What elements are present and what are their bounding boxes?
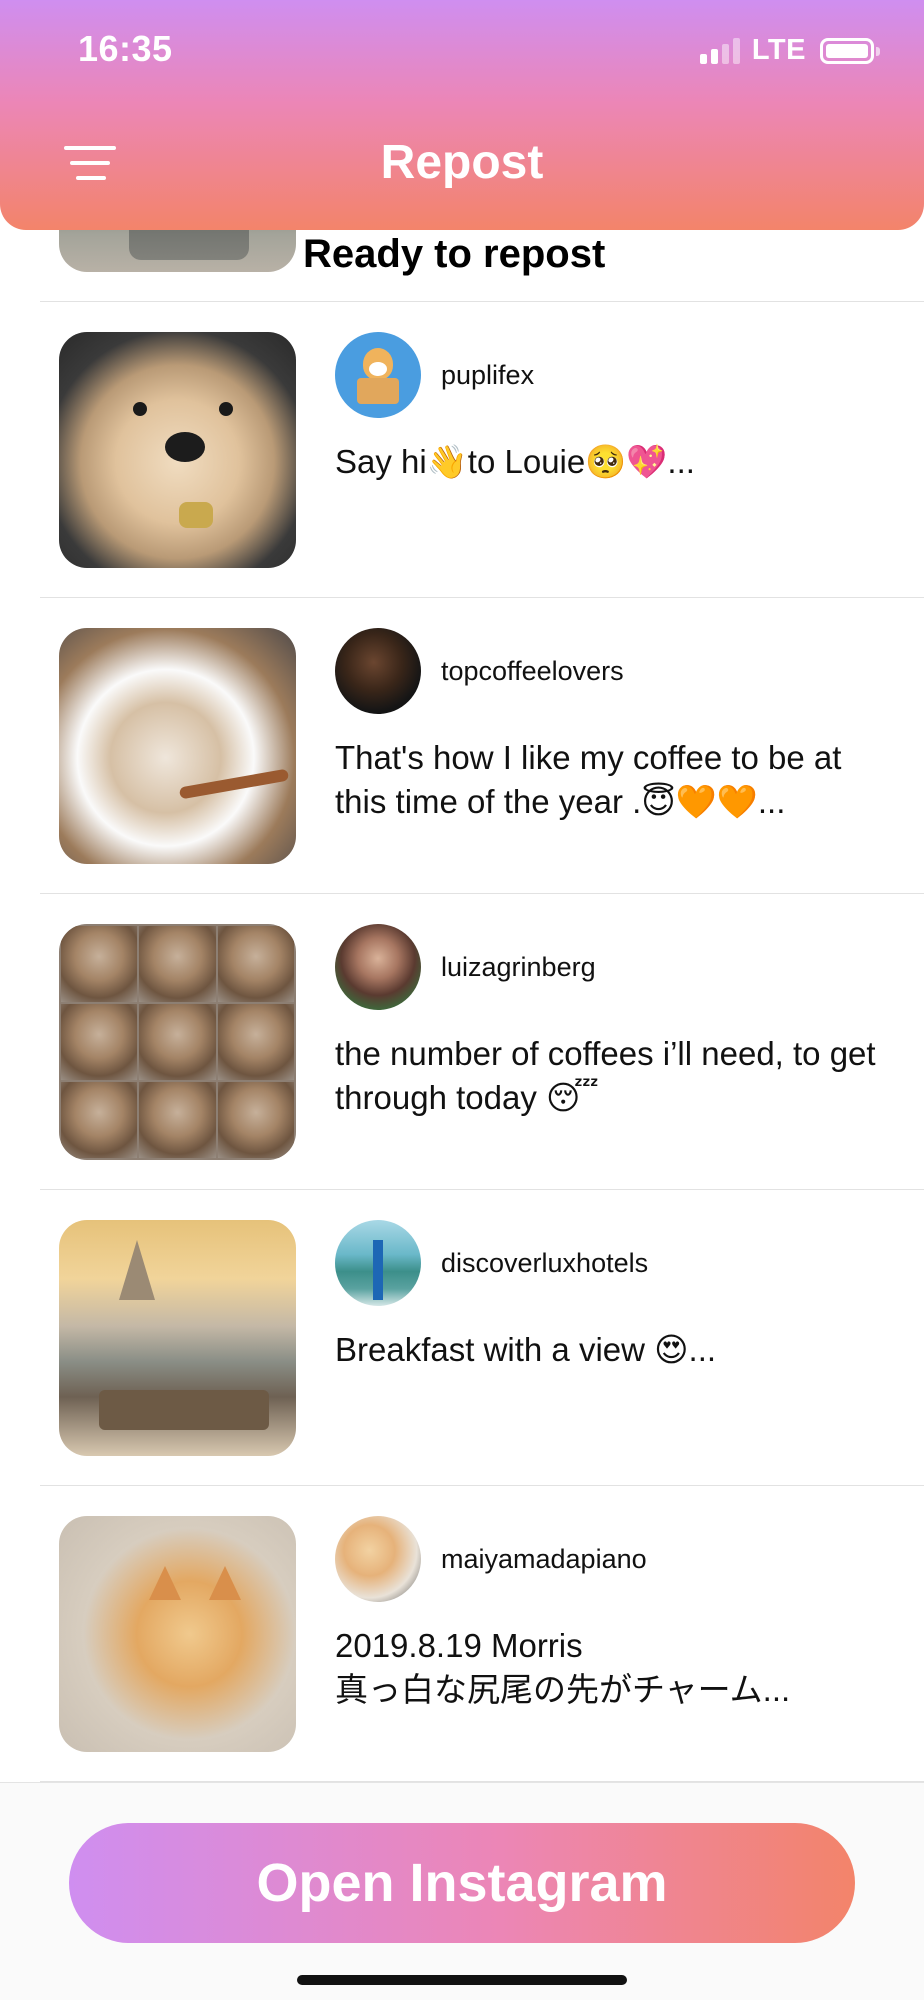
user-avatar xyxy=(335,1516,421,1602)
post-caption: That's how I like my coffee to be at thi… xyxy=(335,739,842,820)
post-caption: Say hi👋to Louie🥺💖... xyxy=(335,443,695,480)
list-item[interactable]: luizagrinberg the number of coffees i’ll… xyxy=(40,894,924,1190)
repost-screen: 16:35 LTE Repost Ready to repost puplife… xyxy=(0,0,924,2000)
list-item[interactable]: topcoffeelovers That's how I like my cof… xyxy=(40,598,924,894)
post-thumbnail xyxy=(59,924,296,1160)
post-thumbnail xyxy=(59,1516,296,1752)
post-caption: 2019.8.19 Morris 真っ白な尻尾の先がチャーム... xyxy=(335,1627,791,1708)
network-type: LTE xyxy=(751,34,806,66)
list-item[interactable]: puplifex Say hi👋to Louie🥺💖... xyxy=(40,302,924,598)
post-username: luizagrinberg xyxy=(441,952,596,982)
user-avatar xyxy=(335,628,421,714)
status-indicators: LTE xyxy=(699,34,880,67)
user-avatar xyxy=(335,1220,421,1306)
user-avatar xyxy=(335,924,421,1010)
signal-icon xyxy=(699,37,740,64)
post-username: puplifex xyxy=(441,360,535,390)
repost-list: Ready to repost puplifex Say hi👋to Louie… xyxy=(0,180,924,1782)
post-thumbnail xyxy=(59,1220,296,1456)
home-indicator xyxy=(297,1975,627,1985)
list-item[interactable]: maiyamadapiano 2019.8.19 Morris 真っ白な尻尾の先… xyxy=(40,1486,924,1782)
battery-icon xyxy=(820,37,880,64)
app-header: 16:35 LTE Repost xyxy=(0,0,924,230)
open-instagram-button[interactable]: Open Instagram xyxy=(69,1823,855,1943)
user-avatar xyxy=(335,332,421,418)
ready-to-repost-label: Ready to repost xyxy=(303,232,606,276)
post-thumbnail xyxy=(59,332,296,568)
page-title: Repost xyxy=(380,136,544,189)
list-item[interactable]: discoverluxhotels Breakfast with a view … xyxy=(40,1190,924,1486)
post-username: topcoffeelovers xyxy=(441,656,624,686)
post-caption: Breakfast with a view 😍... xyxy=(335,1331,717,1368)
post-caption: the number of coffees i’ll need, to get … xyxy=(335,1035,876,1116)
post-thumbnail xyxy=(59,628,296,864)
post-username: maiyamadapiano xyxy=(441,1544,647,1574)
bottom-bar: Open Instagram xyxy=(0,1782,924,2000)
status-time: 16:35 xyxy=(78,28,173,69)
post-username: discoverluxhotels xyxy=(441,1248,649,1278)
